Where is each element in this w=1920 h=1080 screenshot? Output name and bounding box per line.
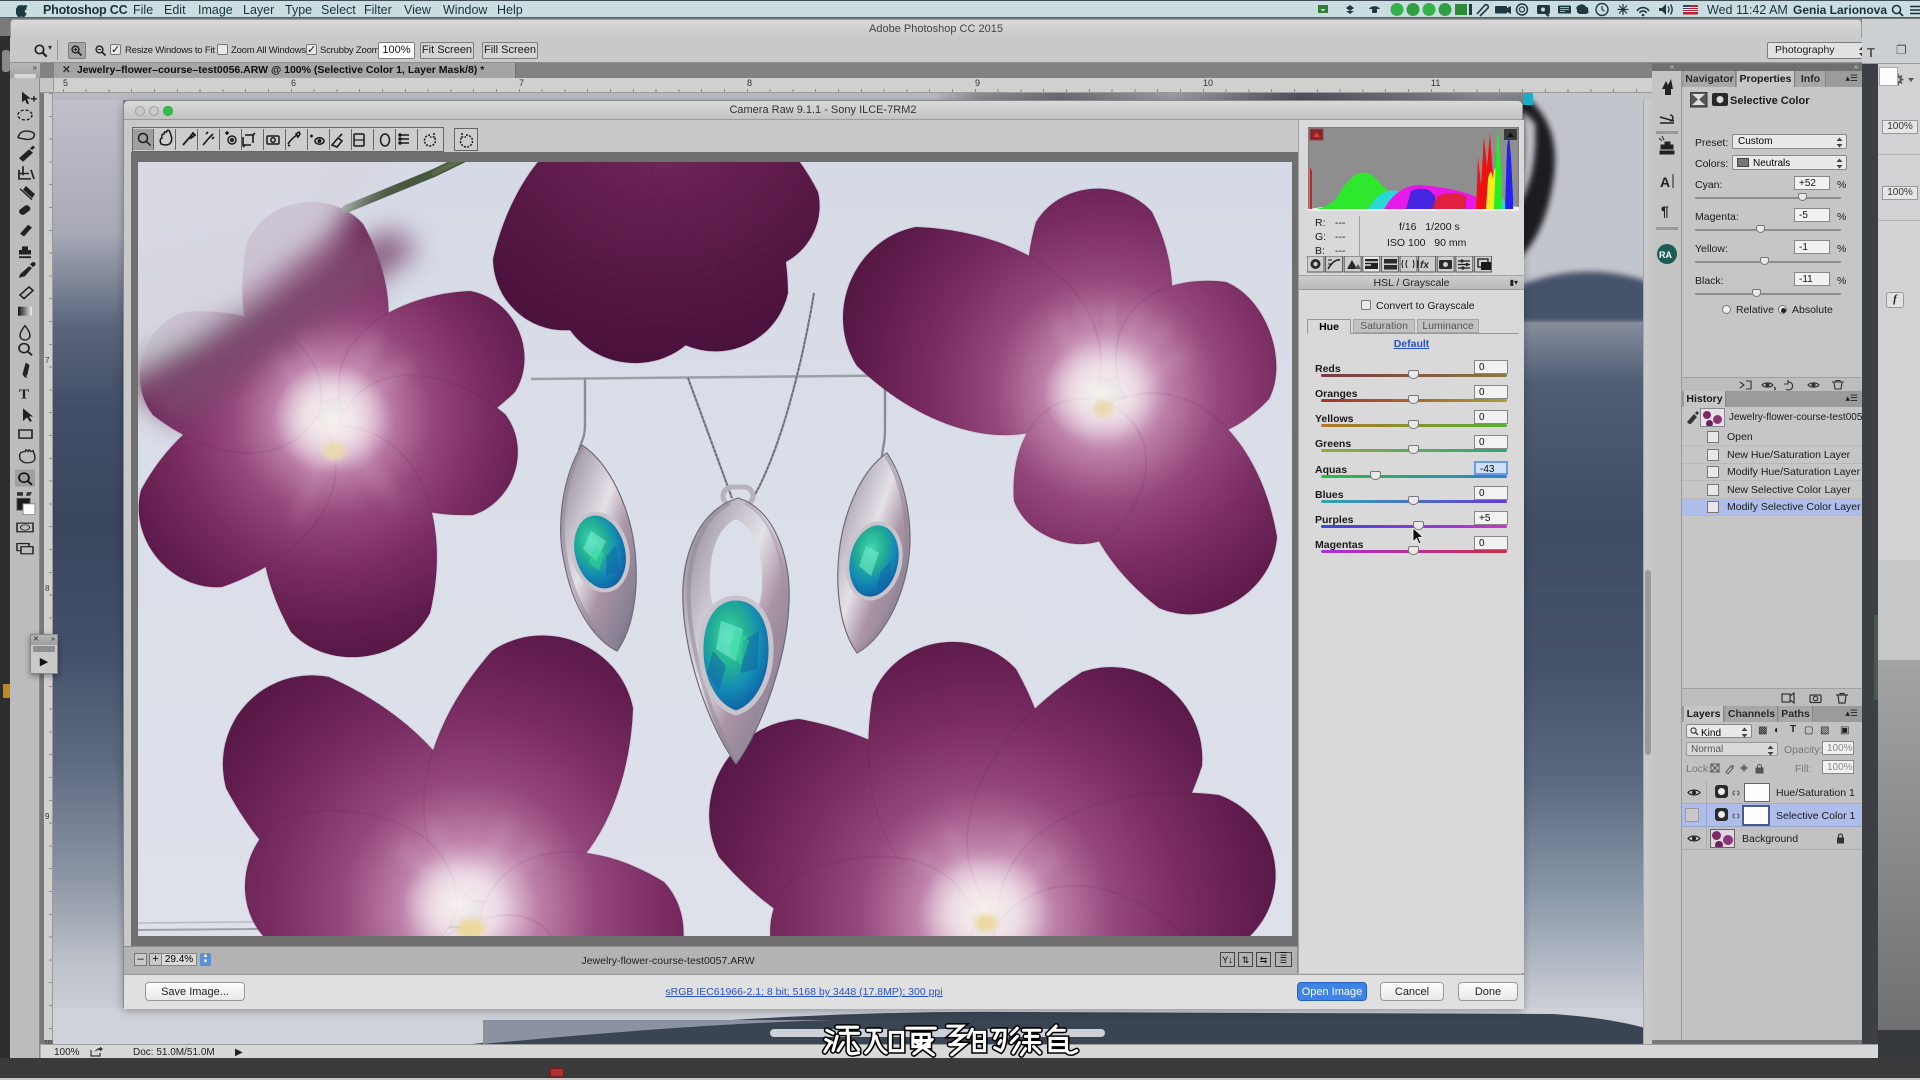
svg-text:RA: RA (1659, 250, 1672, 260)
svg-text:T: T (19, 387, 30, 402)
svg-text:fx: fx (1420, 260, 1429, 271)
svg-text:¶: ¶ (1661, 203, 1669, 219)
svg-text:A: A (1660, 174, 1670, 190)
